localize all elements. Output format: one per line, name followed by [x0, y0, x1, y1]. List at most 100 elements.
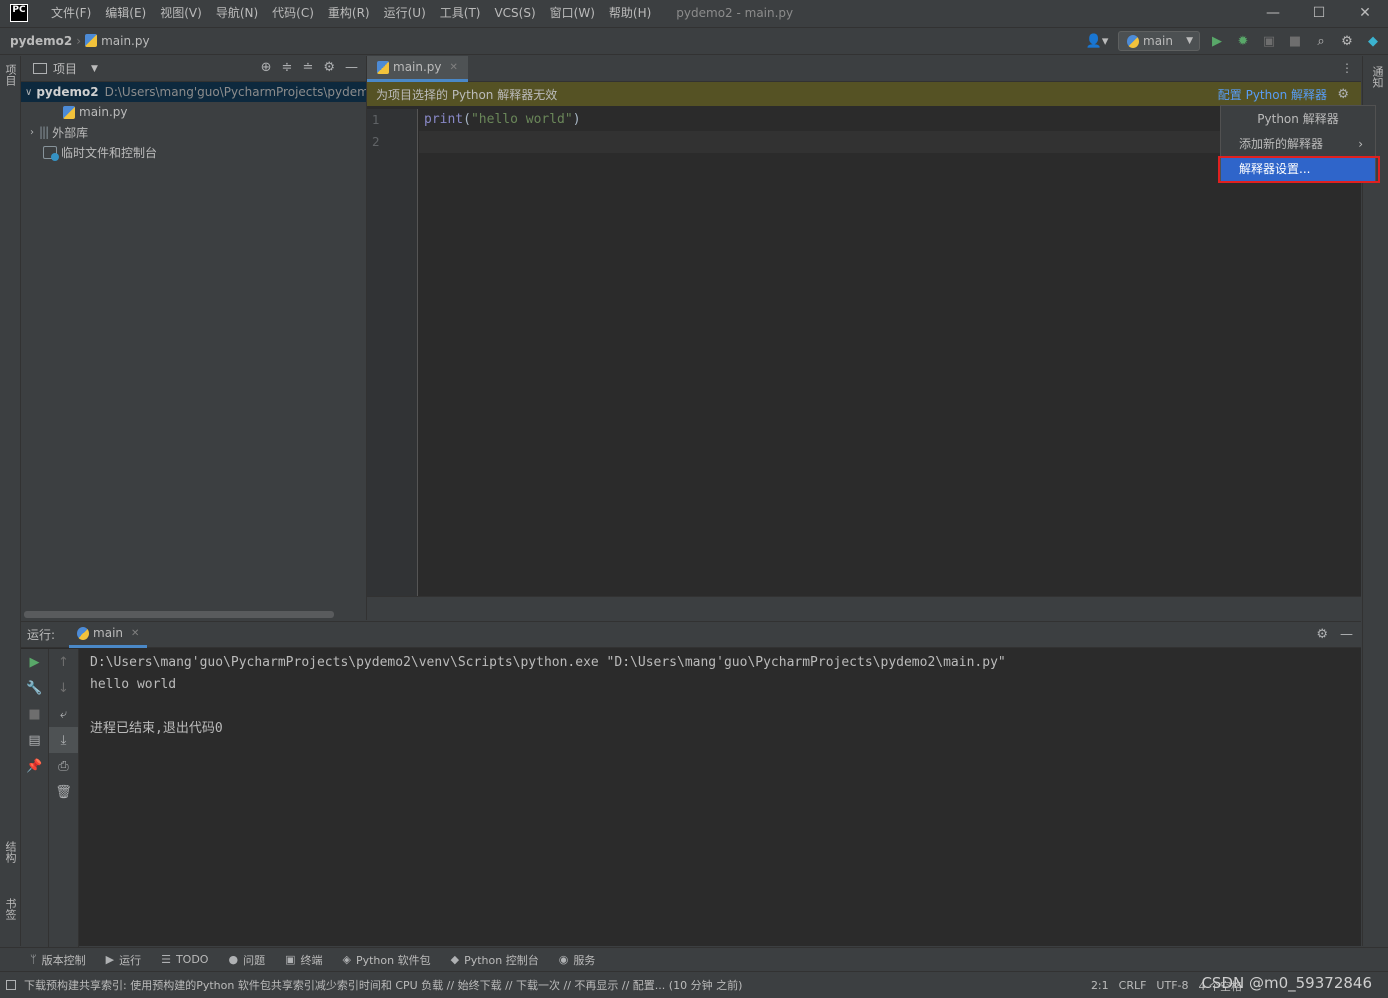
layout-icon[interactable]: ▤ — [21, 727, 48, 753]
user-icon[interactable]: 👤▾ — [1084, 32, 1110, 50]
line-number: 1 — [372, 113, 380, 127]
gear-icon[interactable]: ⚙ — [1338, 32, 1356, 50]
expand-all-icon[interactable]: ≑ — [282, 60, 293, 75]
horizontal-scrollbar[interactable] — [24, 611, 334, 618]
menu-view[interactable]: 视图(V) — [153, 0, 209, 26]
caret-position[interactable]: 2:1 — [1091, 979, 1109, 992]
trash-icon[interactable]: 🗑 — [49, 779, 78, 805]
close-tab-icon[interactable]: ✕ — [131, 628, 139, 639]
library-icon: ||| — [39, 125, 49, 139]
more-options-icon[interactable]: ⋮ — [1341, 61, 1353, 75]
breadcrumb-file[interactable]: main.py — [85, 34, 150, 48]
arrow-up-icon[interactable]: ↑ — [49, 649, 78, 675]
file-encoding[interactable]: UTF-8 — [1156, 979, 1188, 992]
run-tab-main[interactable]: main ✕ — [69, 622, 148, 648]
menu-help[interactable]: 帮助(H) — [602, 0, 658, 26]
collapse-all-icon[interactable]: ≐ — [302, 60, 313, 75]
toggle-tool-windows-icon[interactable] — [6, 980, 16, 990]
code-paren: ( — [463, 112, 471, 127]
tool-tab-terminal[interactable]: ▣ 终端 — [285, 952, 322, 968]
notifications-tool-tab[interactable]: 通知 — [1369, 66, 1385, 88]
menu-code[interactable]: 代码(C) — [265, 0, 321, 26]
menu-refactor[interactable]: 重构(R) — [321, 0, 377, 26]
search-icon[interactable]: ⌕ — [1312, 32, 1330, 50]
annotation-highlight-box — [1218, 156, 1380, 183]
window-controls: — ☐ ✕ — [1250, 0, 1388, 26]
wrench-icon[interactable]: 🔧 — [21, 675, 48, 701]
gear-icon[interactable]: ⚙ — [323, 60, 335, 75]
run-icon[interactable]: ▶ — [1208, 32, 1226, 50]
tree-item-pydemo2[interactable]: ∨ pydemo2 D:\Users\mang'guo\PycharmProje… — [21, 82, 366, 102]
locate-file-icon[interactable]: ⊕ — [261, 60, 272, 75]
menu-vcs[interactable]: VCS(S) — [487, 0, 542, 26]
coverage-icon[interactable]: ▣ — [1260, 32, 1278, 50]
tree-item-scratches[interactable]: 临时文件和控制台 — [21, 142, 366, 162]
editor-tab-main-py[interactable]: main.py ✕ — [367, 55, 468, 82]
tool-tab-run[interactable]: ▶ 运行 — [106, 952, 141, 968]
debug-icon[interactable]: ✹ — [1234, 32, 1252, 50]
maximize-button[interactable]: ☐ — [1296, 0, 1342, 26]
chevron-down-icon[interactable]: ∨ — [25, 87, 32, 98]
run-panel-label: 运行: — [27, 628, 56, 642]
stop-icon[interactable]: ■ — [1286, 32, 1304, 50]
popup-item-label: 添加新的解释器 — [1239, 137, 1324, 151]
menu-file[interactable]: 文件(F) — [44, 0, 98, 26]
run-config-selector[interactable]: main ▼ — [1118, 31, 1200, 51]
python-file-icon — [377, 60, 389, 74]
jetbrains-toolbox-icon[interactable]: ◆ — [1364, 32, 1382, 50]
stop-icon[interactable]: ■ — [21, 701, 48, 727]
close-window-button[interactable]: ✕ — [1342, 0, 1388, 26]
tool-tab-python-console[interactable]: ◆ Python 控制台 — [451, 952, 539, 968]
run-toolbar-primary: ▶ 🔧 ■ ▤ 📌 — [21, 649, 49, 947]
title-bar: PC 文件(F) 编辑(E) 视图(V) 导航(N) 代码(C) 重构(R) 运… — [0, 0, 1388, 26]
hide-panel-icon[interactable]: — — [345, 60, 358, 75]
soft-wrap-icon[interactable]: ⤶ — [49, 701, 78, 727]
chevron-down-icon[interactable]: ▼ — [91, 64, 98, 74]
hide-panel-icon[interactable]: — — [1340, 627, 1353, 642]
menu-run[interactable]: 运行(U) — [377, 0, 433, 26]
tool-tab-label: Python 控制台 — [464, 953, 539, 967]
menu-window[interactable]: 窗口(W) — [543, 0, 602, 26]
tool-tab-label: 终端 — [300, 953, 323, 967]
gear-icon[interactable]: ⚙ — [1337, 87, 1349, 102]
print-icon[interactable]: ⎙ — [49, 753, 78, 779]
run-icon: ▶ — [105, 953, 115, 966]
minimize-button[interactable]: — — [1250, 0, 1296, 26]
tree-item-external-libraries[interactable]: › ||| 外部库 — [21, 122, 366, 142]
tree-item-main-py[interactable]: main.py — [21, 102, 366, 122]
line-separator[interactable]: CRLF — [1119, 979, 1147, 992]
editor-area: main.py ✕ ⋮ 为项目选择的 Python 解释器无效 配置 Pytho… — [367, 55, 1361, 596]
breadcrumb-project[interactable]: pydemo2 — [10, 34, 72, 48]
run-header-tools: ⚙ — — [1316, 627, 1353, 642]
tool-tab-label: Python 软件包 — [355, 953, 431, 967]
project-tool-tab[interactable]: 项目 — [2, 64, 18, 86]
menu-tools[interactable]: 工具(T) — [433, 0, 488, 26]
rerun-icon[interactable]: ▶ — [21, 649, 48, 675]
editor-tab-bar: main.py ✕ ⋮ — [367, 55, 1361, 82]
status-message[interactable]: 下载预构建共享索引: 使用预构建的Python 软件包共享索引减少索引时间和 C… — [24, 977, 742, 993]
structure-tool-tab[interactable]: 结构 — [2, 841, 18, 863]
tool-tab-version-control[interactable]: ᛘ 版本控制 — [30, 952, 86, 968]
tool-tab-python-packages[interactable]: ◈ Python 软件包 — [342, 952, 430, 968]
tool-tab-label: 问题 — [243, 953, 266, 967]
line-number-gutter: 1 2 — [367, 109, 418, 596]
menu-navigate[interactable]: 导航(N) — [209, 0, 265, 26]
tool-tab-services[interactable]: ◉ 服务 — [559, 952, 596, 968]
tool-tab-todo[interactable]: ☰ TODO — [161, 953, 208, 966]
configure-interpreter-link[interactable]: 配置 Python 解释器 — [1218, 86, 1327, 103]
bookmarks-tool-tab[interactable]: 书签 — [2, 898, 18, 920]
pin-icon[interactable]: 📌 — [21, 753, 48, 779]
tool-tab-problems[interactable]: ● 问题 — [228, 952, 265, 968]
scroll-to-end-icon[interactable]: ⤓ — [49, 727, 78, 753]
console-output[interactable]: D:\Users\mang'guo\PycharmProjects\pydemo… — [90, 652, 1006, 740]
arrow-down-icon[interactable]: ↓ — [49, 675, 78, 701]
project-panel-title[interactable]: 项目 — [53, 60, 77, 77]
breadcrumb-file-label: main.py — [101, 34, 150, 48]
chevron-right-icon[interactable]: › — [25, 127, 39, 138]
line-number: 2 — [372, 135, 380, 149]
close-tab-icon[interactable]: ✕ — [450, 62, 458, 73]
gear-icon[interactable]: ⚙ — [1316, 627, 1328, 642]
add-interpreter-item[interactable]: 添加新的解释器 › — [1221, 131, 1375, 156]
menu-edit[interactable]: 编辑(E) — [98, 0, 153, 26]
terminal-icon: ▣ — [285, 953, 296, 966]
